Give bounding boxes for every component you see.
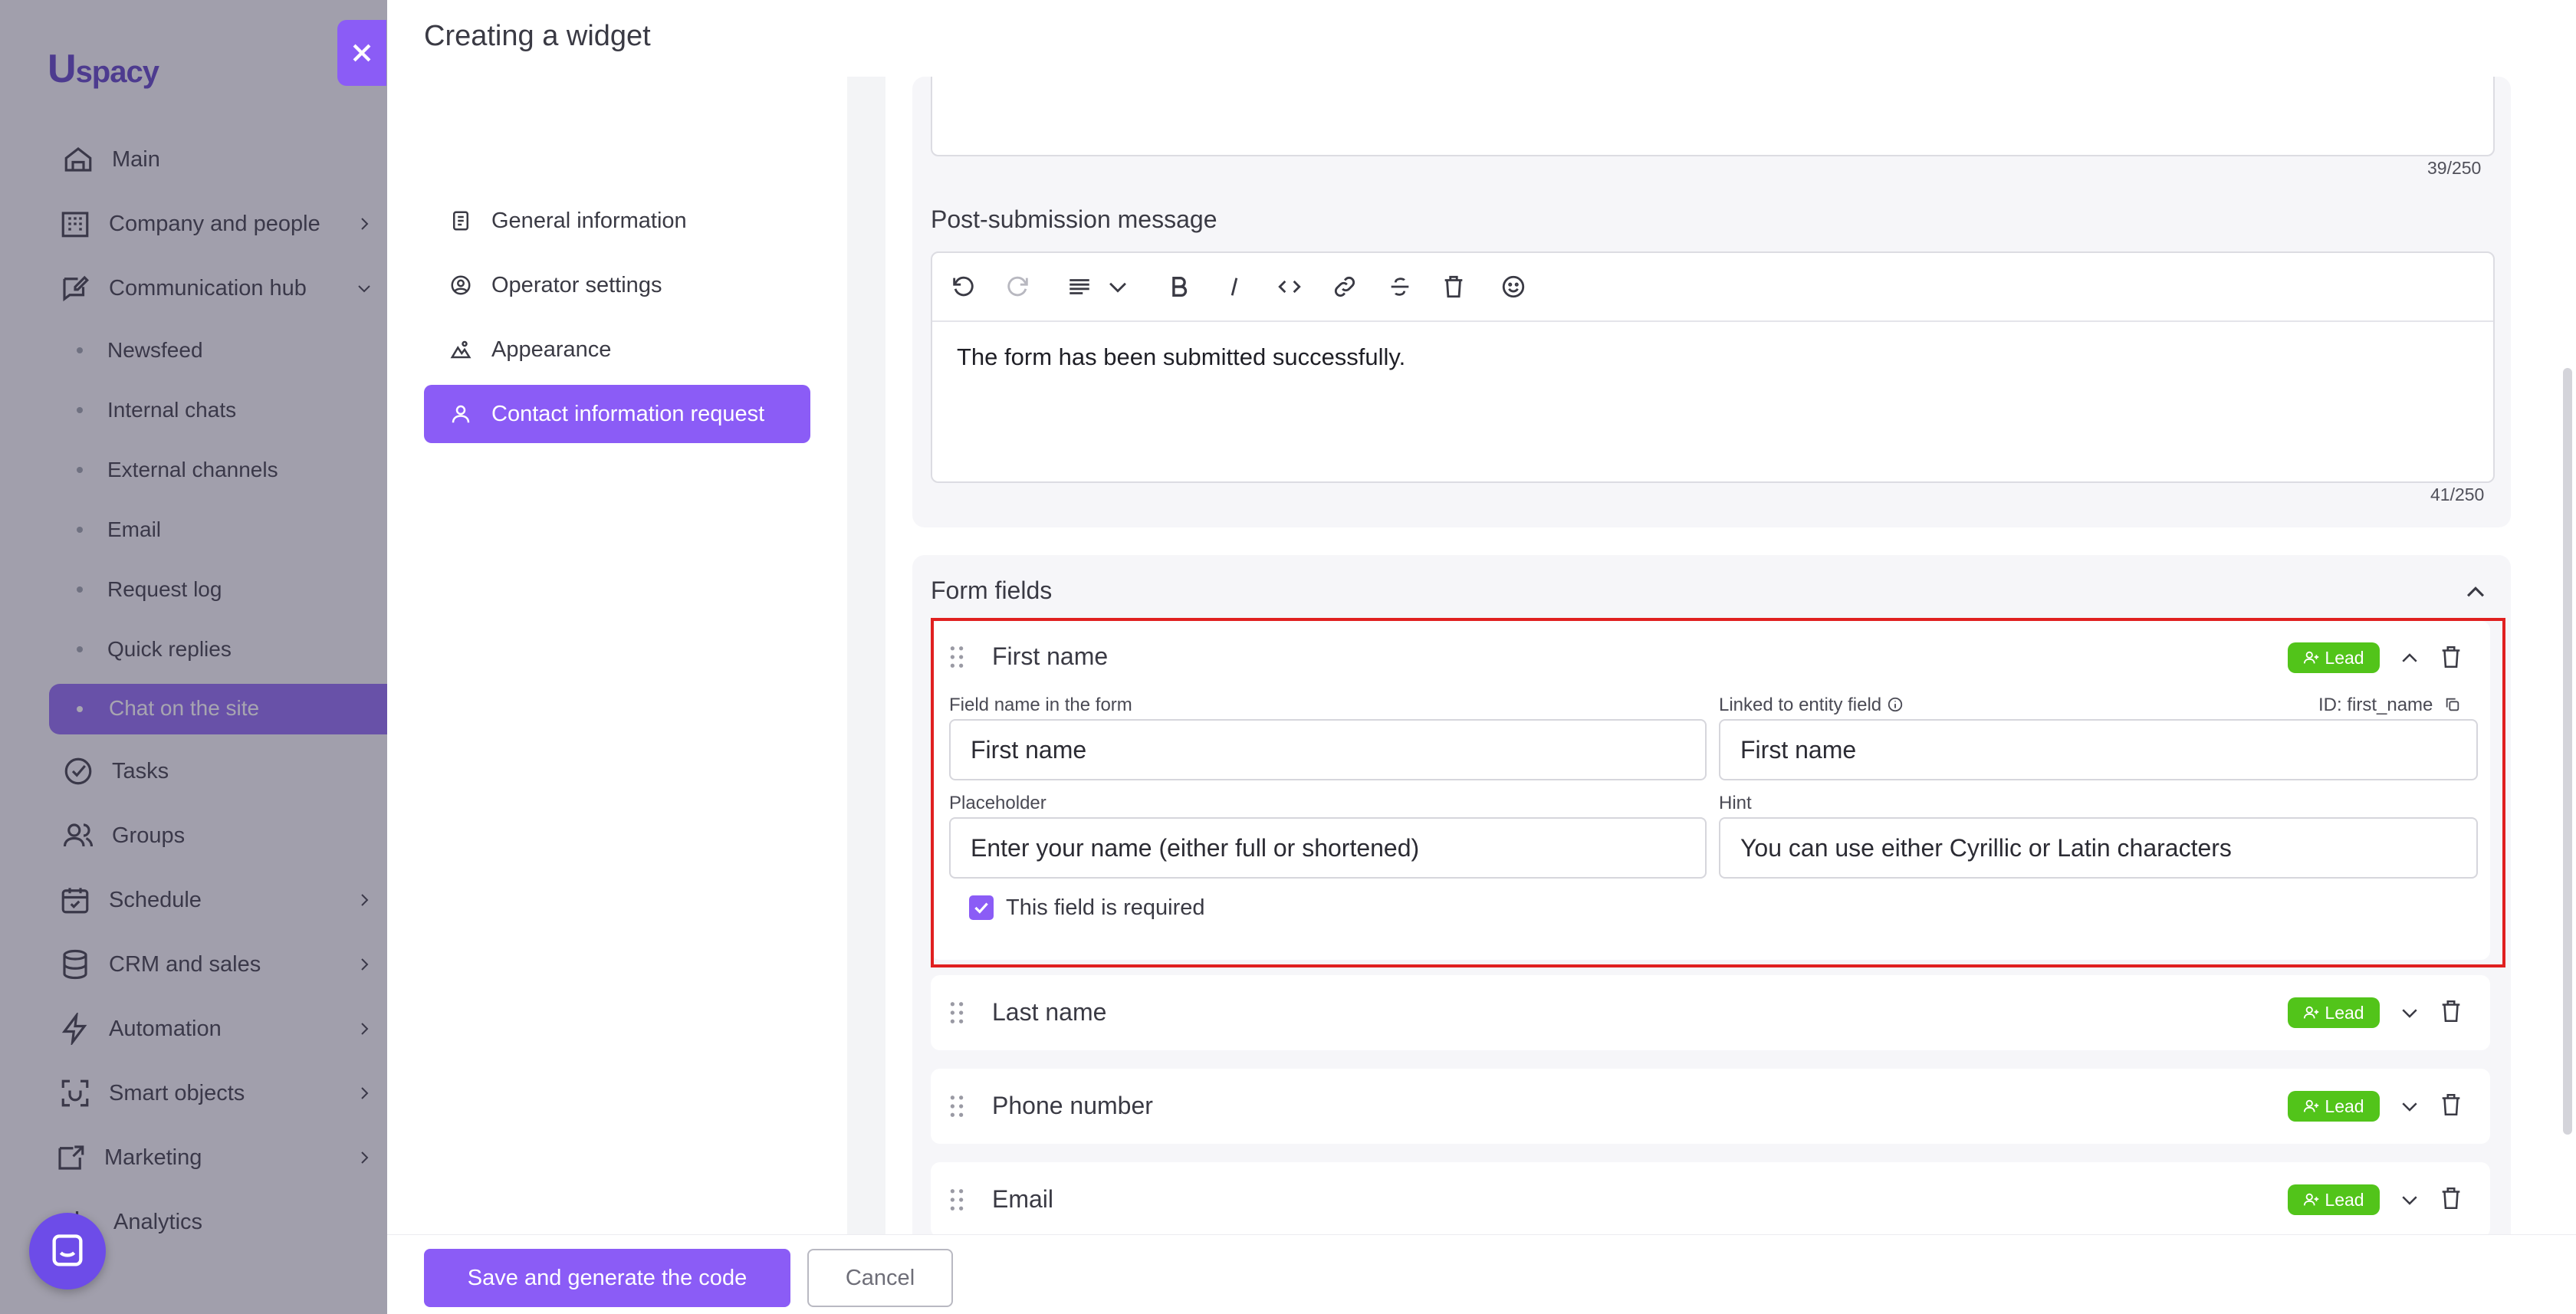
field-title[interactable]: Phone number bbox=[992, 1092, 1153, 1120]
trash-icon bbox=[2442, 1000, 2460, 1023]
user-add-icon bbox=[2304, 1193, 2319, 1206]
undo-icon[interactable] bbox=[946, 270, 980, 304]
close-icon bbox=[353, 44, 371, 62]
post-submission-editor[interactable]: The form has been submitted successfully… bbox=[931, 251, 2495, 483]
drag-handle-icon[interactable] bbox=[949, 1001, 964, 1024]
chevron-up-icon[interactable] bbox=[2463, 580, 2489, 606]
form-field-last-name[interactable]: Last name Lead bbox=[931, 975, 2490, 1050]
char-counter: 39/250 bbox=[2427, 158, 2482, 178]
char-counter: 41/250 bbox=[2430, 485, 2485, 504]
emoji-icon[interactable] bbox=[1497, 270, 1530, 304]
modal-overlay[interactable] bbox=[0, 0, 387, 1314]
highlight-frame bbox=[931, 618, 2505, 967]
user-add-icon bbox=[2304, 1006, 2319, 1019]
sidebar-item-label: Appearance bbox=[491, 337, 612, 362]
message-card: 39/250 Post-submission message The form … bbox=[912, 77, 2511, 527]
lead-badge: Lead bbox=[2288, 1184, 2380, 1215]
trash-icon bbox=[2442, 1187, 2460, 1210]
field-title[interactable]: Last name bbox=[992, 998, 1106, 1027]
sidebar-item-contact-information-request[interactable]: Contact information request bbox=[424, 385, 810, 443]
lead-badge: Lead bbox=[2288, 1091, 2380, 1122]
badge-label: Lead bbox=[2325, 1002, 2364, 1023]
redo-icon[interactable] bbox=[1001, 270, 1035, 304]
form-field-phone-number[interactable]: Phone number Lead bbox=[931, 1069, 2490, 1144]
sidebar-item-appearance[interactable]: Appearance bbox=[424, 320, 810, 379]
welcome-message-textarea[interactable] bbox=[931, 77, 2495, 156]
expand-field-button[interactable] bbox=[2397, 1000, 2423, 1026]
sidebar-item-label: General information bbox=[491, 208, 687, 233]
bold-icon[interactable] bbox=[1162, 270, 1196, 304]
strikethrough-icon[interactable] bbox=[1383, 270, 1417, 304]
close-panel-button[interactable] bbox=[337, 20, 386, 86]
post-submission-label: Post-submission message bbox=[931, 205, 1217, 233]
document-icon bbox=[447, 207, 475, 235]
delete-field-button[interactable] bbox=[2438, 1185, 2464, 1211]
chevron-down-icon bbox=[2402, 1196, 2417, 1205]
editor-toolbar bbox=[932, 253, 2493, 322]
scrollbar[interactable] bbox=[2563, 368, 2572, 1135]
form-fields-title: Form fields bbox=[931, 577, 1053, 604]
form-field-email[interactable]: Email Lead bbox=[931, 1162, 2490, 1234]
clear-format-icon[interactable] bbox=[1437, 270, 1470, 304]
user-add-icon bbox=[2304, 1099, 2319, 1112]
badge-label: Lead bbox=[2325, 1096, 2364, 1116]
page-title: Creating a widget bbox=[424, 20, 651, 52]
link-icon[interactable] bbox=[1328, 270, 1362, 304]
widget-panel: Creating a widget General information Op… bbox=[387, 0, 2576, 1314]
chat-icon bbox=[52, 1234, 83, 1266]
align-icon[interactable] bbox=[1063, 270, 1096, 304]
cancel-button[interactable]: Cancel bbox=[807, 1249, 953, 1307]
code-icon[interactable] bbox=[1273, 270, 1306, 304]
delete-field-button[interactable] bbox=[2438, 1092, 2464, 1118]
chevron-down-icon bbox=[2402, 1102, 2417, 1112]
badge-label: Lead bbox=[2325, 1189, 2364, 1210]
lead-badge: Lead bbox=[2288, 997, 2380, 1028]
panel-footer: Save and generate the code Cancel bbox=[387, 1234, 2576, 1314]
italic-icon[interactable] bbox=[1217, 270, 1251, 304]
expand-field-button[interactable] bbox=[2397, 1187, 2423, 1213]
chevron-down-icon bbox=[2402, 1009, 2417, 1018]
support-chat-button[interactable] bbox=[29, 1213, 106, 1289]
sidebar-item-label: Contact information request bbox=[491, 401, 765, 426]
expand-field-button[interactable] bbox=[2397, 1093, 2423, 1119]
sidebar-item-operator-settings[interactable]: Operator settings bbox=[424, 256, 810, 314]
drag-handle-icon[interactable] bbox=[949, 1188, 964, 1211]
delete-field-button[interactable] bbox=[2438, 998, 2464, 1024]
chevron-down-icon[interactable] bbox=[1101, 270, 1135, 304]
drag-handle-icon[interactable] bbox=[949, 1095, 964, 1118]
sidebar-item-label: Operator settings bbox=[491, 272, 662, 297]
sidebar-item-general-information[interactable]: General information bbox=[424, 192, 810, 250]
post-submission-text[interactable]: The form has been submitted successfully… bbox=[957, 343, 1405, 371]
user-icon bbox=[447, 400, 475, 428]
field-title[interactable]: Email bbox=[992, 1185, 1053, 1214]
column-divider bbox=[847, 77, 886, 1234]
trash-icon bbox=[2442, 1093, 2460, 1116]
panel-header: Creating a widget bbox=[387, 0, 2576, 77]
user-circle-icon bbox=[447, 271, 475, 299]
paint-icon bbox=[447, 336, 475, 363]
save-and-generate-button[interactable]: Save and generate the code bbox=[424, 1249, 790, 1307]
panel-sidebar: General information Operator settings Ap… bbox=[387, 77, 847, 1234]
